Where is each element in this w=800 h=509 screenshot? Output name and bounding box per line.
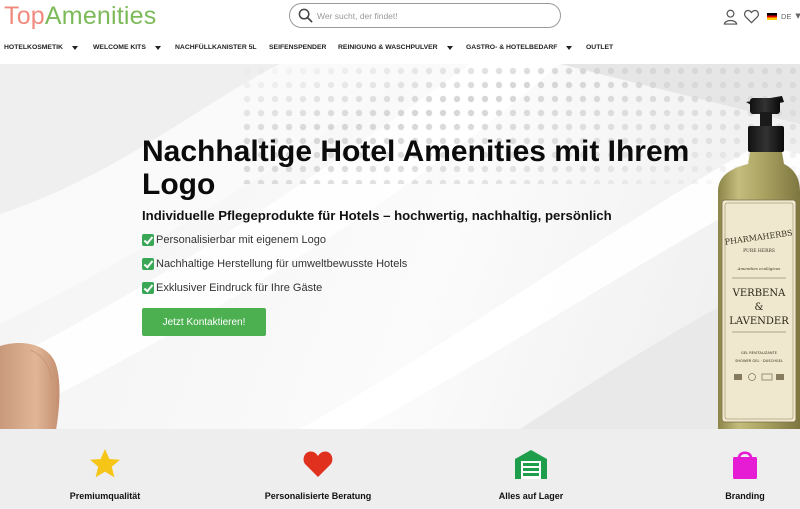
nav-item-label: SEIFENSPENDER <box>269 44 327 51</box>
bottle-small-text: Amenities ecológicos <box>737 266 781 271</box>
nav-item-label: WELCOME KITS <box>93 44 146 51</box>
feature-label: Branding <box>725 491 765 501</box>
nav-item-nachfuellkanister[interactable]: NACHFÜLLKANISTER 5L <box>175 44 257 51</box>
nav-item-label: OUTLET <box>586 44 614 51</box>
checkmark-icon <box>142 282 154 294</box>
bottle-tagline-text: PURE HERBS <box>743 248 775 254</box>
search-icon[interactable] <box>298 8 313 23</box>
logo-text-top: Top <box>4 2 45 30</box>
bottle-product-line3: LAVENDER <box>729 316 789 327</box>
warehouse-icon <box>515 450 547 479</box>
benefit-item: Personalisierbar mit eigenem Logo <box>142 234 326 246</box>
hero-title: Nachhaltige Hotel Amenities mit Ihrem Lo… <box>142 135 690 201</box>
feature-label: Personalisierte Beratung <box>264 491 372 501</box>
benefit-text: Exklusiver Eindruck für Ihre Gäste <box>156 282 323 294</box>
checkmark-icon <box>142 234 154 246</box>
nav-item-hotelkosmetik[interactable]: HOTELKOSMETIK <box>4 44 78 51</box>
bottle-product-line2: & <box>755 302 764 313</box>
german-flag-icon[interactable] <box>767 12 777 20</box>
site-logo[interactable]: TopAmenities <box>4 3 157 29</box>
site-header: TopAmenities DE ▼ <box>0 0 800 36</box>
bottle-product-line1: VERBENA <box>732 288 786 299</box>
feature-branding: Branding <box>645 429 800 509</box>
caret-down-icon <box>446 45 453 50</box>
bottle-type-line2: SHOWER GEL · DUSCHGEL <box>735 359 783 363</box>
main-navigation: HOTELKOSMETIK WELCOME KITS NACHFÜLLKANIS… <box>0 36 800 64</box>
language-selector[interactable]: DE <box>781 12 791 21</box>
nav-item-label: REINIGUNG & WASCHPULVER <box>338 44 438 51</box>
nav-item-label: NACHFÜLLKANISTER 5L <box>175 44 257 51</box>
caret-down-icon <box>566 45 573 50</box>
nav-item-outlet[interactable]: OUTLET <box>586 44 613 51</box>
hero-subtitle: Individuelle Pflegeprodukte für Hotels –… <box>142 208 612 223</box>
feature-premium-quality: Premiumqualität <box>5 429 205 509</box>
feature-label: Alles auf Lager <box>498 491 564 501</box>
nav-item-gastro-hotelbedarf[interactable]: GASTRO- & HOTELBEDARF <box>466 44 573 51</box>
product-bottle-image: PHARMAHERBS PURE HERBS Amenities ecológi… <box>718 96 800 429</box>
benefit-item: Nachhaltige Herstellung für umweltbewuss… <box>142 258 407 270</box>
header-actions: DE ▼ <box>722 7 800 25</box>
chevron-down-icon[interactable]: ▼ <box>795 12 800 20</box>
nav-item-label: GASTRO- & HOTELBEDARF <box>466 44 558 51</box>
search-input[interactable] <box>317 7 552 24</box>
nav-item-reinigung-waschpulver[interactable]: REINIGUNG & WASCHPULVER <box>338 44 453 51</box>
benefit-text: Personalisierbar mit eigenem Logo <box>156 234 326 246</box>
nav-item-label: HOTELKOSMETIK <box>4 44 63 51</box>
heart-icon <box>303 451 333 477</box>
feature-in-stock: Alles auf Lager <box>431 429 631 509</box>
checkmark-icon <box>142 258 154 270</box>
hero-banner: Nachhaltige Hotel Amenities mit Ihrem Lo… <box>0 64 800 429</box>
wishlist-heart-icon[interactable] <box>743 8 760 25</box>
contact-now-button[interactable]: Jetzt Kontaktieren! <box>142 308 266 336</box>
logo-text-amenities: Amenities <box>44 2 157 30</box>
bottle-type-line1: GEL REVITALIZANTE <box>741 351 778 355</box>
nav-item-seifenspender[interactable]: SEIFENSPENDER <box>269 44 326 51</box>
feature-personal-consulting: Personalisierte Beratung <box>218 429 418 509</box>
nav-item-welcome-kits[interactable]: WELCOME KITS <box>93 44 161 51</box>
benefit-text: Nachhaltige Herstellung für umweltbewuss… <box>156 258 408 270</box>
benefit-item: Exklusiver Eindruck für Ihre Gäste <box>142 282 322 294</box>
shopping-bag-icon <box>733 451 757 479</box>
caret-down-icon <box>71 45 78 50</box>
feature-label: Premiumqualität <box>69 491 141 501</box>
star-icon <box>90 449 120 478</box>
hand-image <box>0 342 60 429</box>
feature-strip: Premiumqualität Personalisierte Beratung… <box>0 429 800 509</box>
search-bar[interactable] <box>289 3 561 28</box>
user-account-icon[interactable] <box>722 8 739 25</box>
caret-down-icon <box>154 45 161 50</box>
